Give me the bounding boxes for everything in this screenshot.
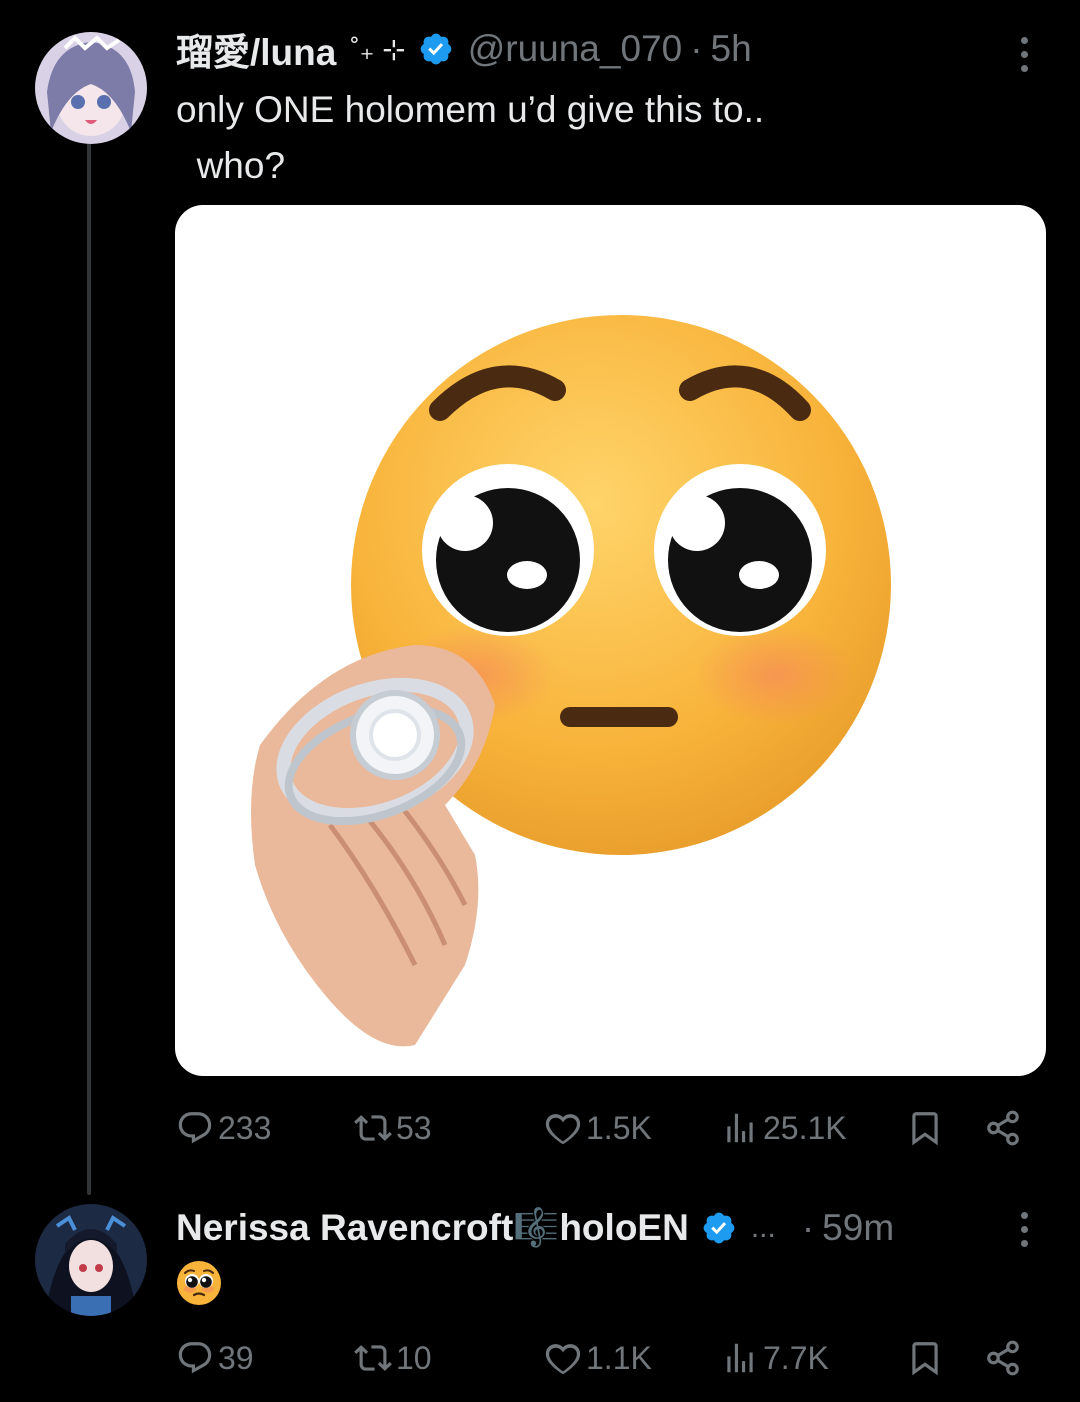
reply-handle-truncated[interactable]: ... [751,1211,776,1245]
repost-button[interactable]: 10 [354,1333,432,1383]
share-icon [987,1110,1019,1146]
share-button[interactable] [984,1103,1022,1153]
avatar-nerissa[interactable] [35,1204,147,1316]
pleading-face-ring-image [251,315,891,1047]
tweet-time[interactable]: 5h [711,28,752,70]
reply-header: Nerissa Ravencroft🎼holoEN ... · 59m [176,1203,894,1253]
more-icon[interactable] [1018,1212,1030,1247]
verified-badge-icon [420,33,452,65]
reply-count: 39 [218,1339,254,1376]
reply-actions: 39 10 1.1K 7.7K [176,1333,1046,1383]
views-icon [727,1113,753,1143]
author-name[interactable]: 瑠愛/luna [176,22,336,76]
reply-icon [178,1342,212,1374]
tweet-actions: 233 53 1.5K 25.1K [176,1103,1046,1153]
reply-button[interactable]: 233 [176,1103,271,1153]
share-icon [987,1340,1019,1376]
like-icon [545,1344,581,1375]
more-icon[interactable] [1018,37,1030,72]
bookmark-icon [912,1112,938,1146]
reply-time[interactable]: 59m [822,1207,894,1249]
views-button[interactable]: 7.7K [721,1333,829,1383]
views-button[interactable]: 25.1K [721,1103,847,1153]
tweet-header: 瑠愛/luna ˚₊ ⊹ @ruuna_070 · 5h [176,24,752,74]
repost-icon [354,1345,392,1371]
like-icon [545,1114,581,1145]
like-count: 1.5K [586,1109,652,1146]
separator-dot: · [690,28,703,69]
repost-button[interactable]: 53 [354,1103,432,1153]
repost-count: 10 [396,1339,432,1376]
verified-badge-icon [703,1212,735,1244]
author-handle[interactable]: @ruuna_070 [468,28,683,70]
reply-count: 233 [218,1109,272,1146]
reply-author-name[interactable]: Nerissa Ravencroft🎼holoEN [176,1207,689,1250]
bookmark-button[interactable] [906,1103,944,1153]
tweet-text: only ONE holomem u’d give this to.. who? [176,89,765,186]
like-button[interactable]: 1.1K [544,1333,652,1383]
views-icon [727,1343,753,1373]
avatar-luna[interactable] [35,32,147,144]
name-decoration: ˚₊ ⊹ [350,33,406,65]
separator-dot: · [801,1207,815,1248]
tweet-image[interactable] [175,205,1046,1076]
reply-icon [178,1112,212,1144]
pleading-face-icon [177,1261,221,1305]
like-count: 1.1K [586,1339,652,1376]
repost-icon [354,1115,392,1141]
view-count: 25.1K [763,1109,847,1146]
bookmark-icon [912,1342,938,1376]
repost-count: 53 [396,1109,432,1146]
bookmark-button[interactable] [906,1333,944,1383]
reply-button[interactable]: 39 [176,1333,254,1383]
view-count: 7.7K [763,1339,829,1376]
like-button[interactable]: 1.5K [544,1103,652,1153]
share-button[interactable] [984,1333,1022,1383]
thread-line [87,140,91,1195]
